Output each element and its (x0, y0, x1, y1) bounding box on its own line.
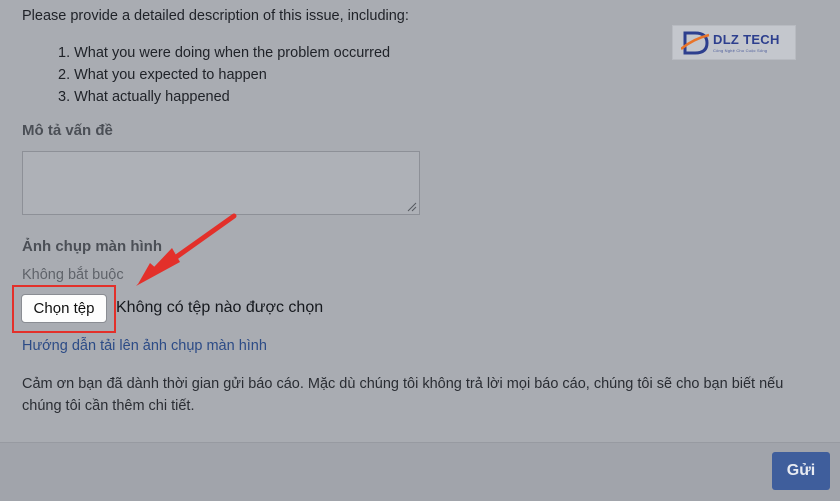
description-textarea[interactable] (22, 151, 420, 215)
logo-tagline-text: Công Nghệ Cho Cuộc Sống (713, 48, 768, 53)
optional-label: Không bắt buộc (22, 267, 124, 283)
report-form-panel: Please provide a detailed description of… (0, 0, 840, 442)
form-intro-text: Please provide a detailed description of… (22, 8, 409, 24)
send-button[interactable]: Gửi (772, 452, 830, 490)
description-steps-list: 1. What you were doing when the problem … (58, 42, 390, 108)
screenshot-label: Ảnh chụp màn hình (22, 238, 162, 255)
resize-grip-icon[interactable] (407, 202, 417, 212)
form-footer (0, 442, 840, 501)
description-label: Mô tả vấn đề (22, 122, 113, 139)
thanks-message: Cảm ơn bạn đã dành thời gian gửi báo cáo… (22, 376, 784, 414)
no-file-chosen-text: Không có tệp nào được chọn (116, 299, 324, 316)
list-item: 2. What you expected to happen (58, 67, 267, 83)
logo-brand-text: DLZ TECH (713, 32, 780, 47)
list-item: 1. What you were doing when the problem … (58, 45, 391, 61)
dlz-logo-icon (681, 31, 710, 55)
choose-file-button[interactable]: Chọn tệp (21, 294, 107, 323)
watermark-logo: DLZ TECH Công Nghệ Cho Cuộc Sống (672, 25, 796, 60)
screenshot-help-link[interactable]: Hướng dẫn tải lên ảnh chụp màn hình (22, 338, 267, 354)
list-item: 3. What actually happened (58, 89, 230, 105)
